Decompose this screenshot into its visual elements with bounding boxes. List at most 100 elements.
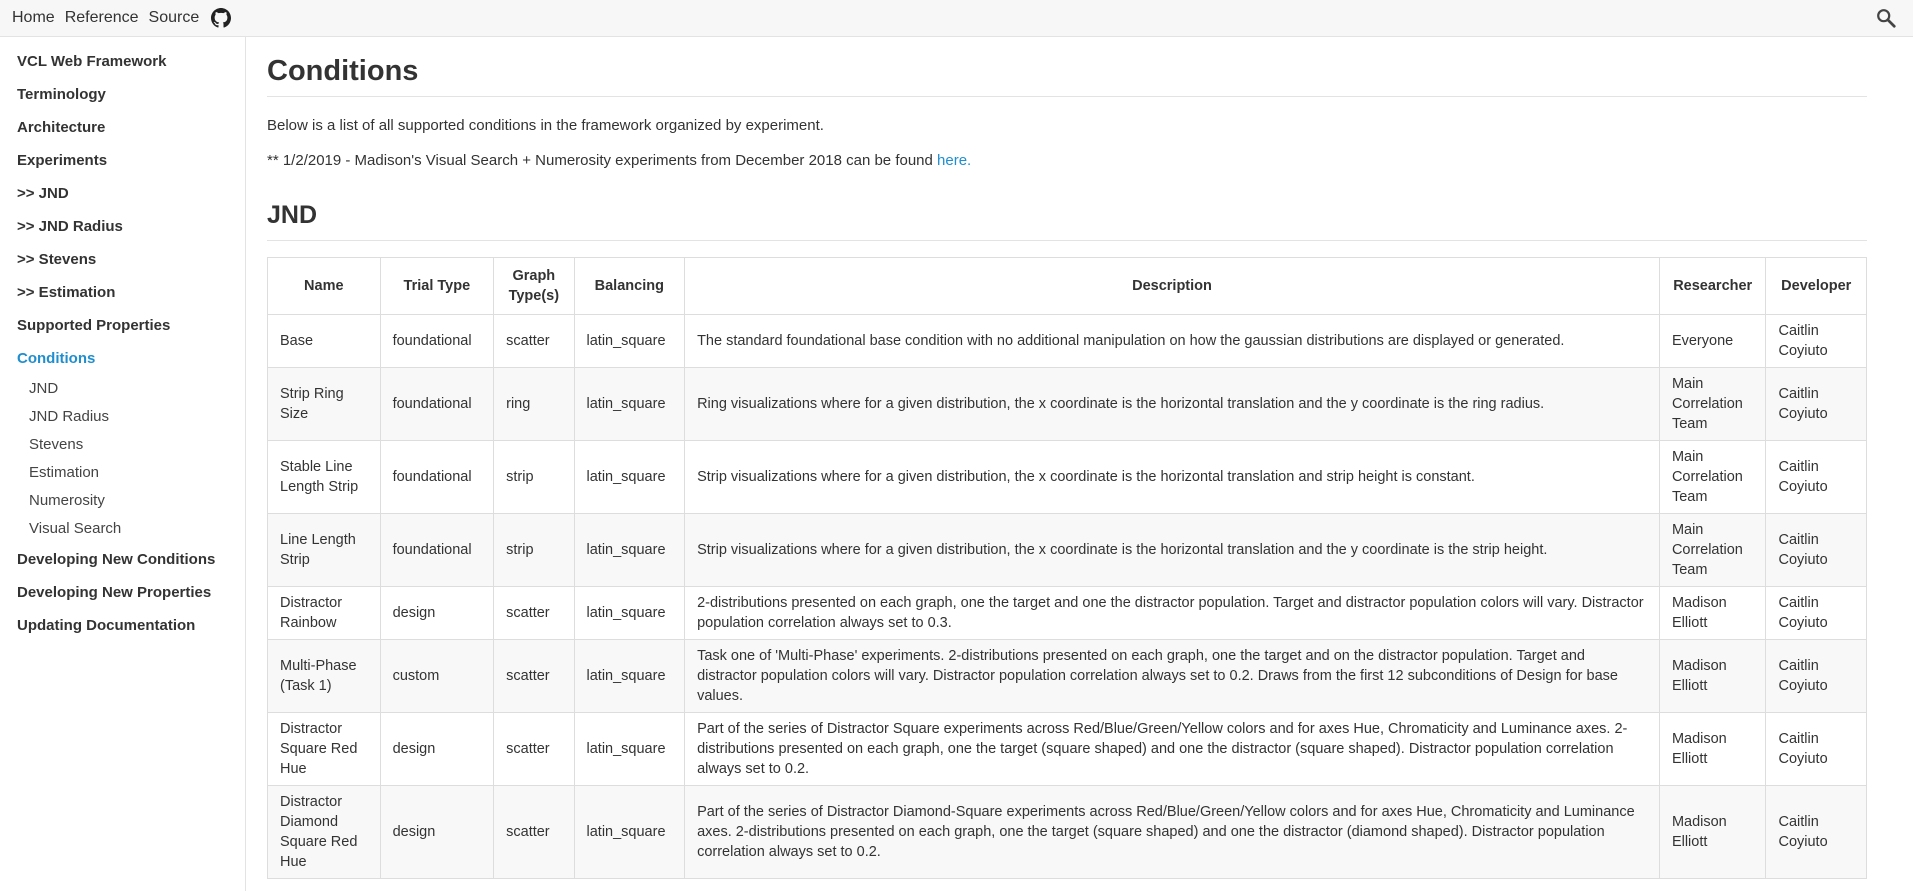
table-cell: latin_square — [573, 712, 686, 786]
sidebar-subitem-stevens[interactable]: Stevens — [0, 431, 245, 459]
table-cell: design — [379, 712, 495, 786]
column-header-description: Description — [684, 257, 1660, 315]
table-cell: Main Correlation Team — [1658, 513, 1767, 587]
table-cell: Strip visualizations where for a given d… — [684, 513, 1660, 587]
note-here-link[interactable]: here. — [937, 152, 971, 169]
table-cell: latin_square — [573, 367, 686, 441]
top-navbar: Home Reference Source — [0, 0, 1913, 37]
table-cell: Part of the series of Distractor Square … — [684, 712, 1660, 786]
column-header-name: Name — [267, 257, 381, 315]
table-row: Distractor Diamond Square Red Hue design s… — [267, 785, 1867, 879]
nav-source-link[interactable]: Source — [149, 9, 200, 27]
table-cell: Main Correlation Team — [1658, 367, 1767, 441]
table-cell: foundational — [379, 513, 495, 587]
table-cell: Caitlin Coyiuto — [1765, 586, 1867, 640]
table-cell: Main Correlation Team — [1658, 440, 1767, 514]
table-cell: design — [379, 586, 495, 640]
table-cell: Caitlin Coyiuto — [1765, 785, 1867, 879]
table-cell: Line Length Strip — [267, 513, 381, 587]
page-title: Conditions — [267, 37, 1867, 97]
table-cell: latin_square — [573, 639, 686, 713]
table-row: Distractor Square Red Hue design scatter la… — [267, 712, 1867, 786]
table-cell: Caitlin Coyiuto — [1765, 513, 1867, 587]
table-cell: scatter — [493, 712, 575, 786]
sidebar-item-vcl-web-framework[interactable]: VCL Web Framework — [0, 45, 245, 78]
table-cell: ring — [493, 367, 575, 441]
table-cell: custom — [379, 639, 495, 713]
table-cell: Distractor Square Red Hue — [267, 712, 381, 786]
table-row: Strip Ring Size foundational ring latin_squ… — [267, 367, 1867, 441]
sidebar-item-architecture[interactable]: Architecture — [0, 111, 245, 144]
table-cell: Task one of 'Multi-Phase' experiments. 2… — [684, 639, 1660, 713]
table-cell: Multi-Phase (Task 1) — [267, 639, 381, 713]
sidebar-subitem-visual-search[interactable]: Visual Search — [0, 515, 245, 543]
table-cell: Caitlin Coyiuto — [1765, 712, 1867, 786]
table-cell: latin_square — [573, 314, 686, 368]
table-cell: Caitlin Coyiuto — [1765, 367, 1867, 441]
table-cell: Caitlin Coyiuto — [1765, 639, 1867, 713]
sidebar-subitem-estimation[interactable]: Estimation — [0, 459, 245, 487]
table-row: Distractor Rainbow design scatter latin_squ… — [267, 586, 1867, 640]
table-cell: foundational — [379, 440, 495, 514]
table-cell: foundational — [379, 314, 495, 368]
table-cell: Distractor Diamond Square Red Hue — [267, 785, 381, 879]
sidebar-item-estimation[interactable]: >> Estimation — [0, 276, 245, 309]
table-cell: strip — [493, 440, 575, 514]
table-cell: latin_square — [573, 513, 686, 587]
table-row: Multi-Phase (Task 1) custom scatter latin_s… — [267, 639, 1867, 713]
table-cell: strip — [493, 513, 575, 587]
table-cell: scatter — [493, 586, 575, 640]
table-cell: Strip Ring Size — [267, 367, 381, 441]
table-cell: scatter — [493, 785, 575, 879]
table-cell: Everyone — [1658, 314, 1767, 368]
intro-text: Below is a list of all supported conditi… — [267, 117, 824, 134]
table-cell: Caitlin Coyiuto — [1765, 440, 1867, 514]
search-icon[interactable] — [1875, 7, 1897, 29]
table-cell: Madison Elliott — [1658, 639, 1767, 713]
table-cell: Madison Elliott — [1658, 785, 1767, 879]
table-cell: Ring visualizations where for a given di… — [684, 367, 1660, 441]
nav-reference-link[interactable]: Reference — [65, 9, 139, 27]
table-cell: Part of the series of Distractor Diamond… — [684, 785, 1660, 879]
sidebar-item-conditions[interactable]: Conditions — [0, 342, 245, 375]
column-header-researcher: Researcher — [1658, 257, 1767, 315]
sidebar-item-updating-documentation[interactable]: Updating Documentation — [0, 609, 245, 642]
sidebar-item-developing-new-properties[interactable]: Developing New Properties — [0, 576, 245, 609]
table-row: Base foundational scatter latin_square The s… — [267, 314, 1867, 368]
column-header-trial-type: Trial Type — [379, 257, 495, 315]
sidebar: VCL Web Framework Terminology Architecture… — [0, 37, 246, 891]
table-cell: Madison Elliott — [1658, 586, 1767, 640]
nav-home-link[interactable]: Home — [12, 9, 55, 27]
table-cell: scatter — [493, 314, 575, 368]
column-header-developer: Developer — [1765, 257, 1867, 315]
sidebar-item-terminology[interactable]: Terminology — [0, 78, 245, 111]
table-cell: design — [379, 785, 495, 879]
table-cell: latin_square — [573, 586, 686, 640]
table-cell: Caitlin Coyiuto — [1765, 314, 1867, 368]
sidebar-subitem-jnd[interactable]: JND — [0, 375, 245, 403]
note-text: ** 1/2/2019 - Madison's Visual Search + … — [267, 152, 972, 169]
table-cell: Distractor Rainbow — [267, 586, 381, 640]
github-icon[interactable] — [211, 8, 232, 28]
column-header-balancing: Balancing — [573, 257, 686, 315]
table-cell: scatter — [493, 639, 575, 713]
sidebar-subitem-jnd-radius[interactable]: JND Radius — [0, 403, 245, 431]
sidebar-item-jnd-radius[interactable]: >> JND Radius — [0, 210, 245, 243]
sidebar-item-stevens[interactable]: >> Stevens — [0, 243, 245, 276]
column-header-graph-type-s: Graph Type(s) — [493, 257, 575, 315]
conditions-table: Name Trial Type Graph Type(s) Balancing Desc… — [267, 257, 1867, 879]
table-cell: latin_square — [573, 785, 686, 879]
table-cell: 2-distributions presented on each graph,… — [684, 586, 1660, 640]
sidebar-subitem-numerosity[interactable]: Numerosity — [0, 487, 245, 515]
table-cell: The standard foundational base condition… — [684, 314, 1660, 368]
table-cell: Madison Elliott — [1658, 712, 1767, 786]
table-row: Stable Line Length Strip foundational stri… — [267, 440, 1867, 514]
sidebar-item-experiments[interactable]: Experiments — [0, 144, 245, 177]
sidebar-item-jnd[interactable]: >> JND — [0, 177, 245, 210]
table-cell: Strip visualizations where for a given d… — [684, 440, 1660, 514]
sidebar-item-developing-new-conditions[interactable]: Developing New Conditions — [0, 543, 245, 576]
main-content: Conditions Below is a list of all suppor… — [267, 37, 1867, 879]
table-cell: Base — [267, 314, 381, 368]
sidebar-item-supported-properties[interactable]: Supported Properties — [0, 309, 245, 342]
table-cell: foundational — [379, 367, 495, 441]
